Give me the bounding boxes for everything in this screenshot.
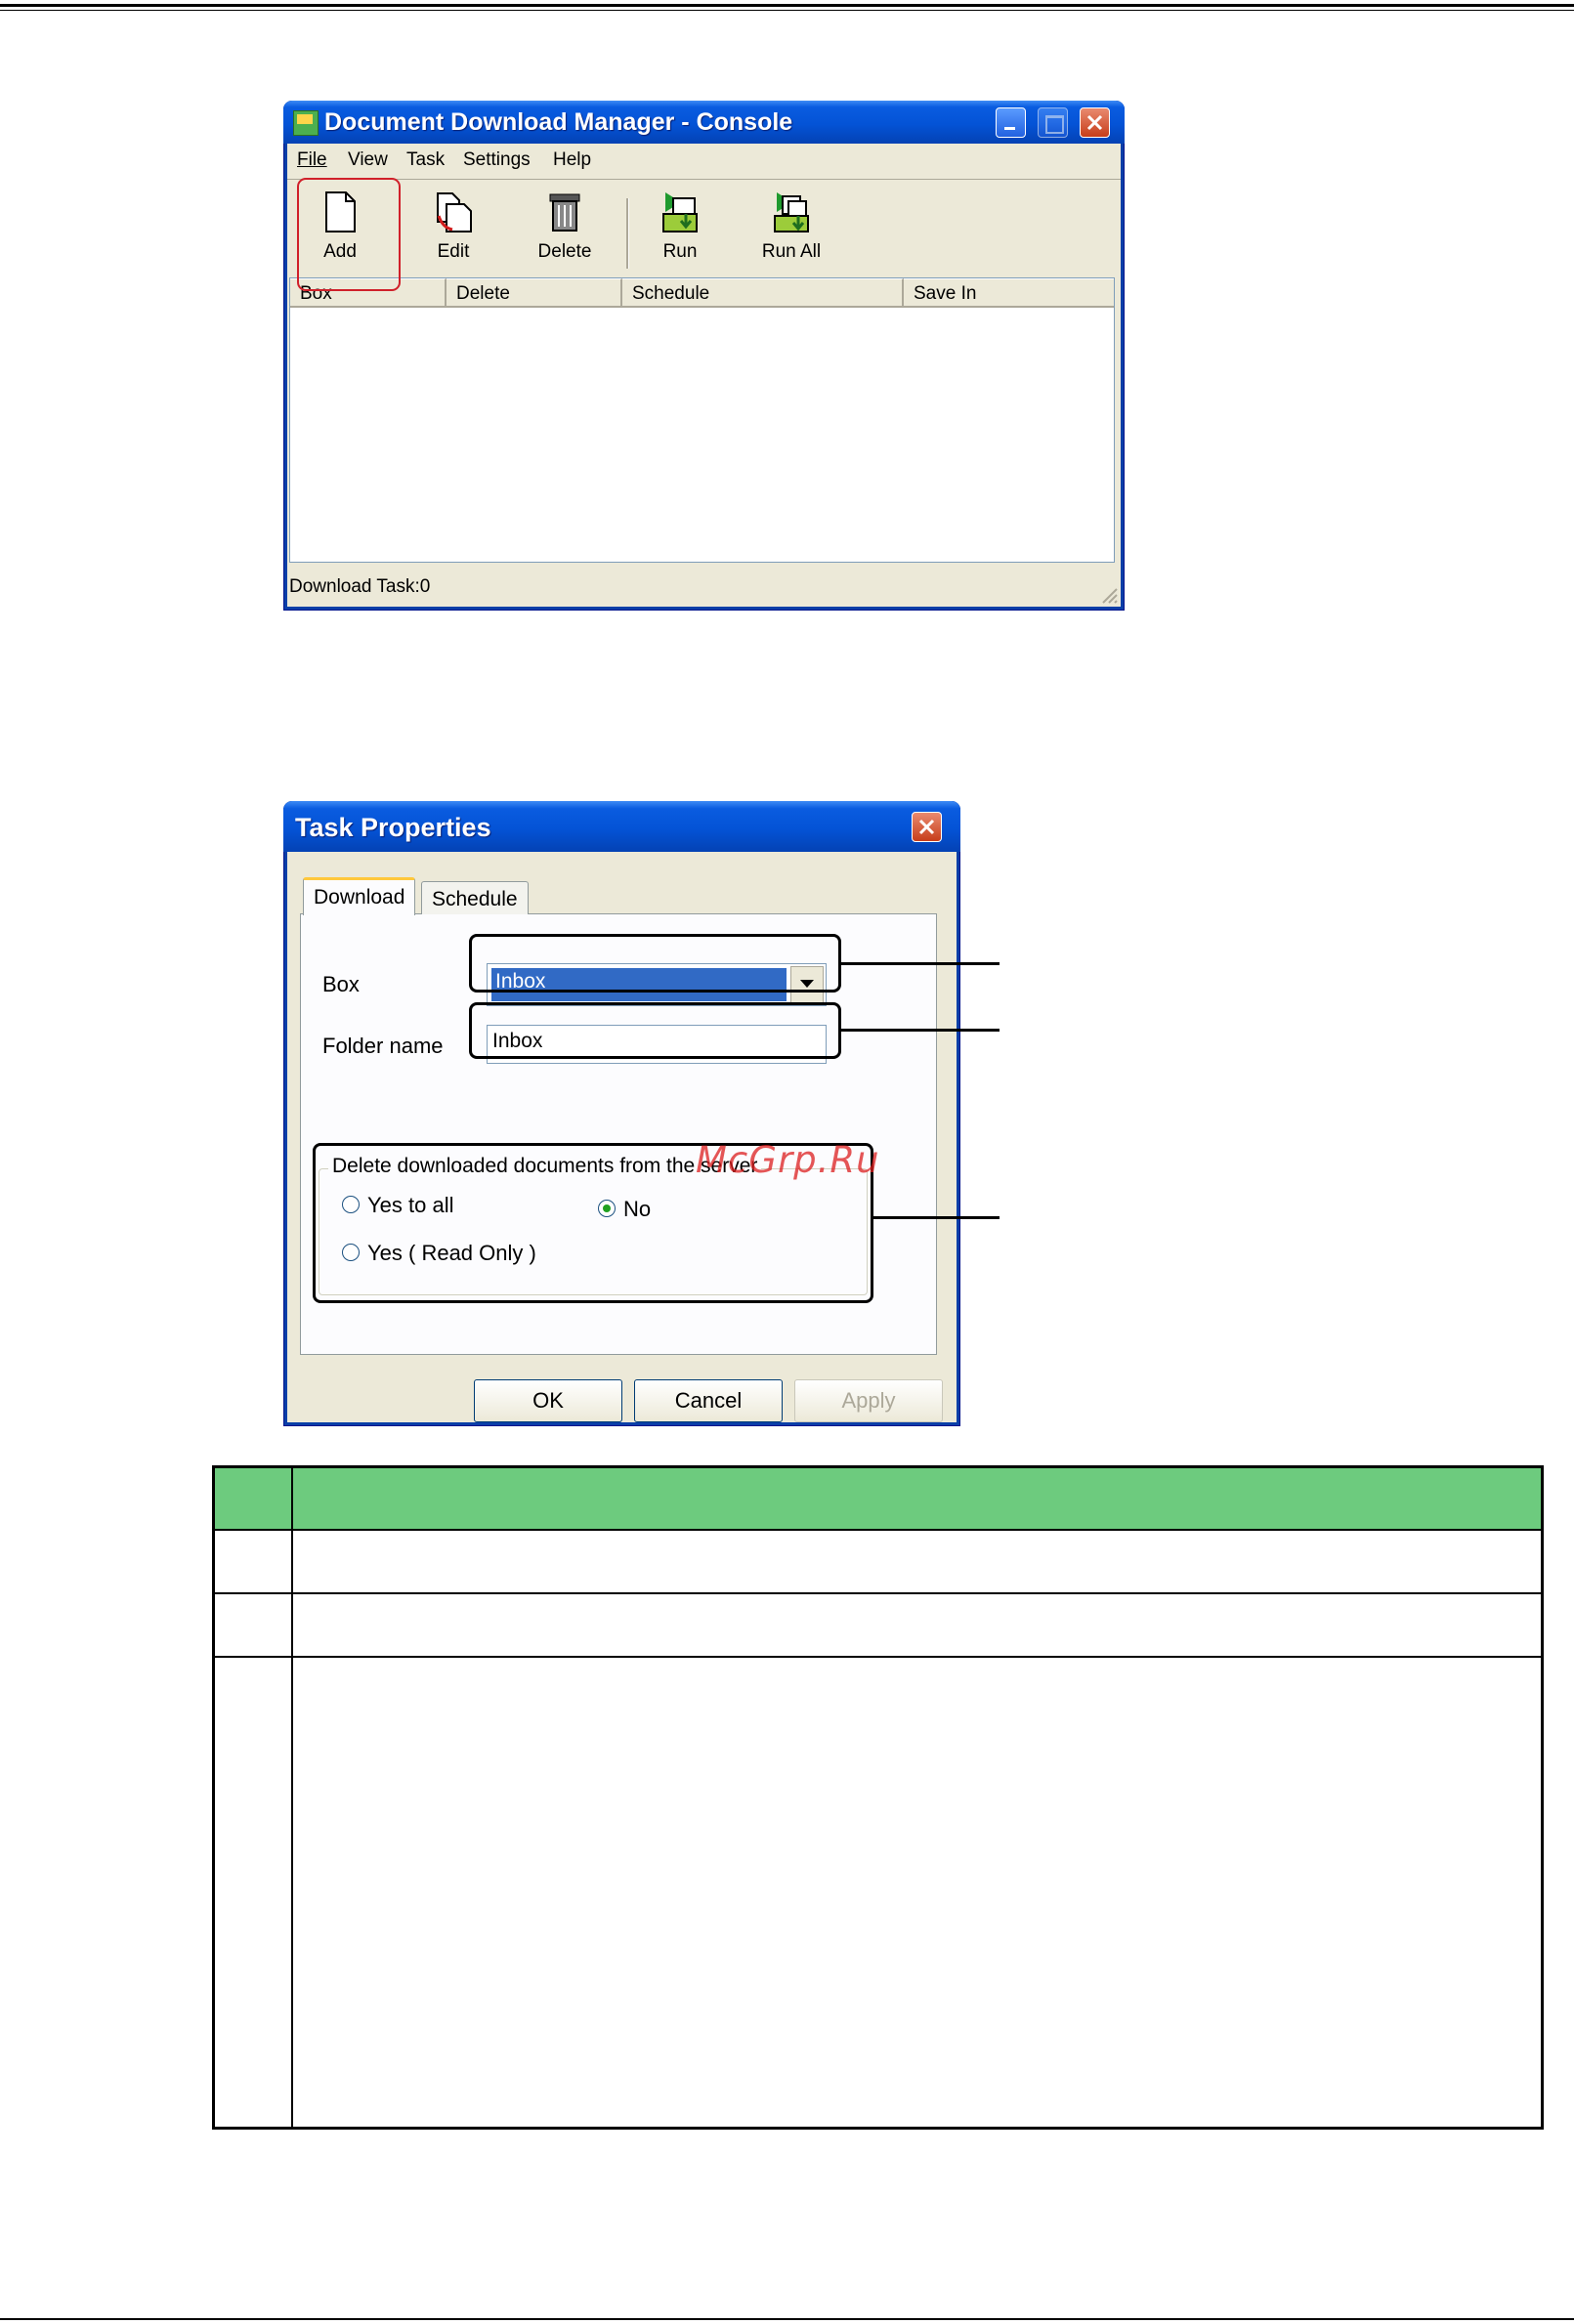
tab-schedule[interactable]: Schedule (421, 881, 529, 914)
delete-label: Delete (537, 241, 592, 262)
maximize-button[interactable] (1038, 107, 1068, 138)
box-highlight (469, 934, 841, 993)
close-button[interactable] (1080, 107, 1110, 138)
menu-task[interactable]: Task (406, 149, 445, 171)
header-rule (0, 4, 1574, 7)
box-callout-line (841, 962, 1000, 965)
menu-divider (287, 179, 1121, 180)
console-title: Document Download Manager - Console (324, 108, 793, 136)
description-table (212, 1465, 1544, 2130)
ok-button[interactable]: OK (474, 1379, 622, 1422)
resize-grip-icon[interactable] (1097, 583, 1119, 605)
run-label: Run (662, 241, 698, 262)
minimize-button[interactable] (996, 107, 1026, 138)
run-all-label: Run All (761, 241, 822, 262)
app-icon (293, 110, 319, 136)
toolbar-separator (626, 198, 629, 269)
menu-help[interactable]: Help (553, 149, 591, 171)
table-header (215, 1468, 1541, 1531)
edit-document-icon (437, 192, 472, 232)
console-titlebar[interactable]: Document Download Manager - Console (283, 101, 1125, 144)
apply-button[interactable]: Apply (794, 1379, 943, 1422)
console-window: Document Download Manager - Console File… (283, 101, 1125, 611)
task-list[interactable]: Box Delete Schedule Save In (289, 277, 1115, 563)
trash-icon (549, 193, 580, 232)
close-icon (1086, 114, 1103, 131)
folder-name-label: Folder name (322, 1034, 444, 1058)
run-icon (662, 192, 698, 232)
close-icon (918, 819, 935, 835)
footer-rule (0, 2318, 1574, 2320)
column-header-schedule[interactable]: Schedule (622, 278, 904, 308)
table-row-divider (215, 1656, 1541, 1658)
menu-settings[interactable]: Settings (463, 149, 531, 171)
folder-highlight (469, 1002, 841, 1059)
cancel-button[interactable]: Cancel (634, 1379, 783, 1422)
dialog-title: Task Properties (295, 813, 491, 842)
run-button[interactable]: Run (643, 190, 717, 263)
table-column-divider (291, 1468, 293, 2127)
dialog-close-button[interactable] (912, 812, 942, 842)
add-highlight (297, 178, 401, 291)
box-label: Box (322, 972, 360, 996)
task-properties-dialog: Task Properties Download Schedule Box In… (283, 801, 960, 1426)
run-all-button[interactable]: Run All (754, 190, 829, 263)
column-header-save-in[interactable]: Save In (904, 278, 1114, 308)
column-header-delete[interactable]: Delete (447, 278, 622, 308)
table-row-divider (215, 1592, 1541, 1594)
run-all-icon (774, 192, 809, 232)
edit-label: Edit (437, 241, 470, 262)
dialog-titlebar[interactable]: Task Properties (283, 801, 960, 852)
header-rule-thin (0, 10, 1574, 11)
edit-button[interactable]: Edit (416, 190, 490, 263)
watermark: McGrp.Ru (696, 1139, 880, 1181)
tab-download[interactable]: Download (303, 877, 416, 915)
menu-file[interactable]: File (297, 149, 327, 171)
menu-view[interactable]: View (348, 149, 388, 171)
status-text: Download Task:0 (289, 576, 431, 597)
folder-callout-line (841, 1029, 1000, 1032)
delete-button[interactable]: Delete (528, 190, 602, 263)
delete-options-callout-line (873, 1216, 1000, 1219)
console-client: File View Task Settings Help Add Edit De… (287, 144, 1121, 607)
